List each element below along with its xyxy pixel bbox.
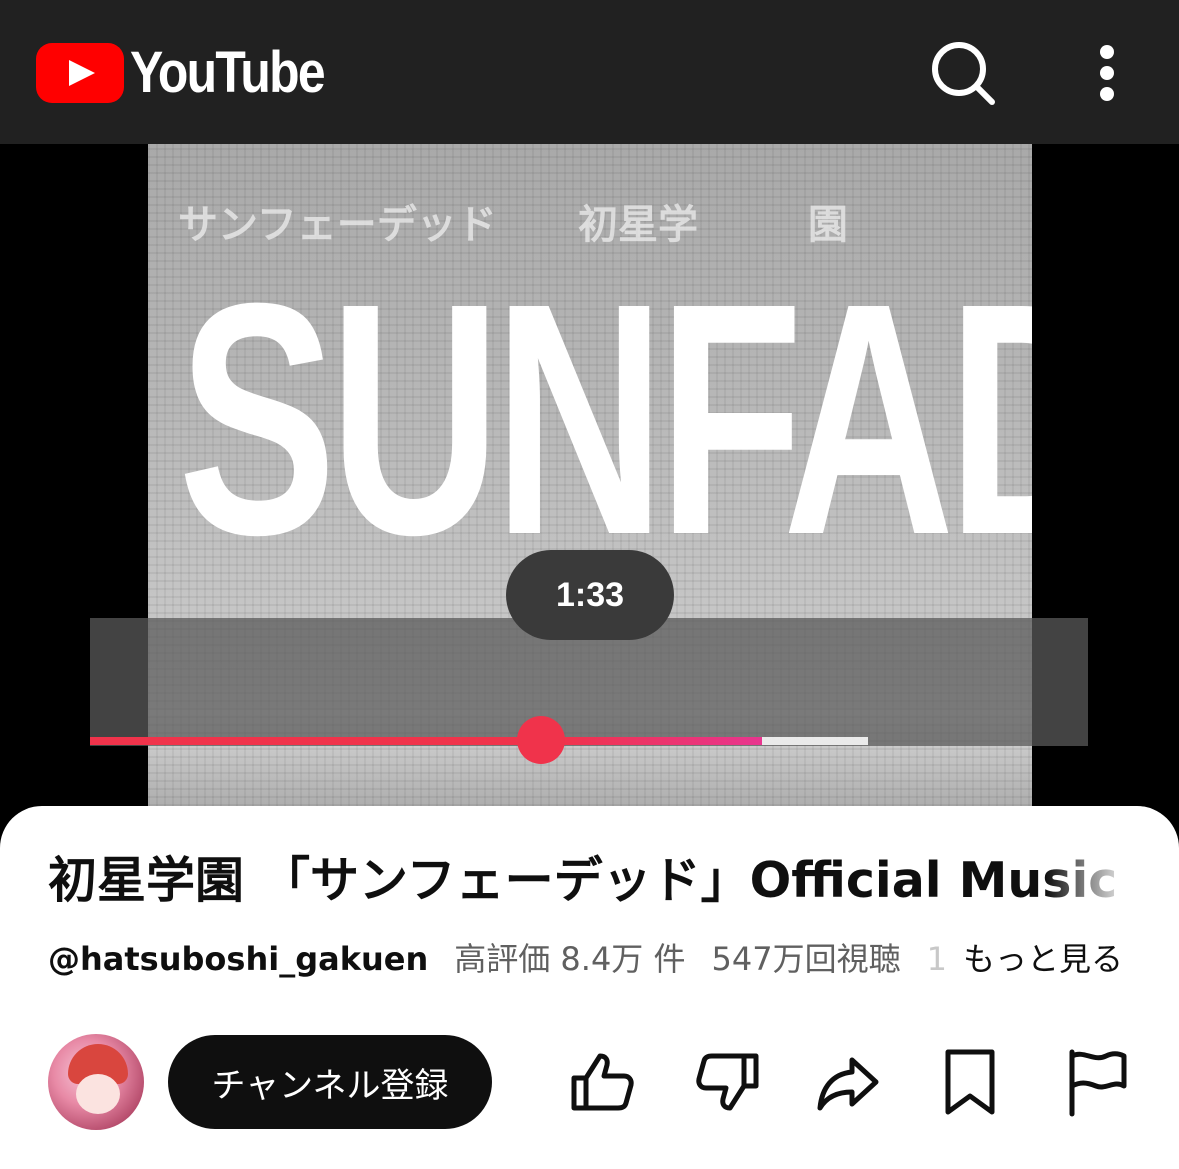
logo-wordmark: YouTube (130, 40, 326, 105)
share-icon[interactable] (812, 1046, 884, 1118)
view-count: 547万回視聴 (711, 940, 901, 978)
progress-bar[interactable] (90, 737, 1088, 745)
progress-played (90, 737, 762, 745)
scrubber-handle[interactable] (517, 716, 565, 764)
youtube-play-logo-icon (36, 43, 124, 103)
show-more-link[interactable]: もっと見る (963, 934, 1123, 984)
top-app-bar: YouTube (0, 0, 1179, 144)
video-meta-row[interactable]: @hatsuboshi_gakuen 高評価 8.4万 件 547万回視聴 1 … (48, 934, 1138, 984)
video-title[interactable]: 初星学園 「サンフェーデッド」Official Music Video (48, 846, 1132, 916)
search-icon[interactable] (928, 38, 998, 108)
channel-handle[interactable]: @hatsuboshi_gakuen (48, 934, 428, 984)
more-vert-icon[interactable] (1072, 38, 1142, 108)
scrub-time-label: 1:33 (506, 550, 674, 640)
youtube-logo[interactable]: YouTube (36, 42, 355, 104)
subscribe-button[interactable]: チャンネル登録 (168, 1035, 492, 1129)
action-row: チャンネル登録 (0, 1034, 1179, 1130)
video-info-sheet: 初星学園 「サンフェーデッド」Official Music Video @hat… (0, 806, 1179, 1169)
save-icon[interactable] (934, 1046, 1006, 1118)
channel-avatar[interactable] (48, 1034, 144, 1130)
dislike-icon[interactable] (692, 1046, 764, 1118)
like-count: 高評価 8.4万 件 (454, 940, 686, 978)
frame-big-title: SUNFAD (178, 234, 1032, 603)
report-flag-icon[interactable] (1060, 1046, 1132, 1118)
video-player[interactable]: サンフェーデッド 初星学 園 SUNFAD 1:33 (0, 144, 1179, 814)
truncated-meta: 1 (926, 940, 947, 978)
like-icon[interactable] (566, 1046, 638, 1118)
